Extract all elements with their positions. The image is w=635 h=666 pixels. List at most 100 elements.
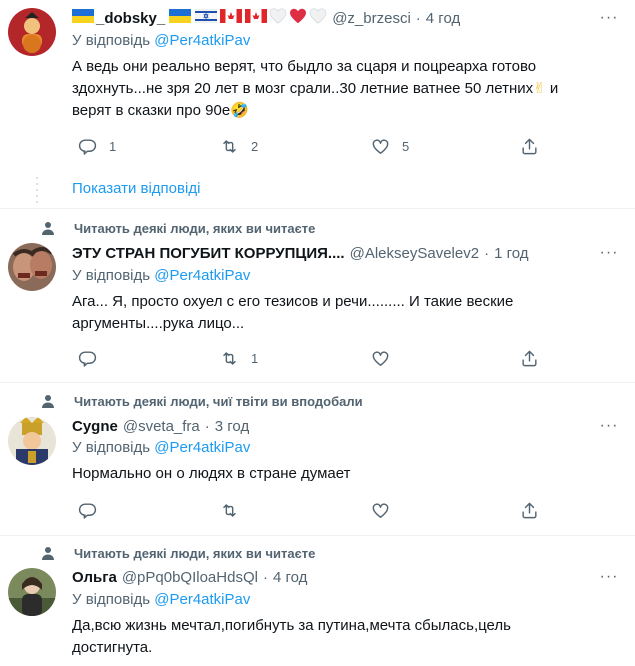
like-button[interactable] xyxy=(371,348,402,368)
tweet-text-segment: верят в сказки про 90е xyxy=(72,102,231,119)
reply-to-label: У відповідь xyxy=(72,267,151,284)
timestamp[interactable]: 4 год xyxy=(426,10,460,27)
like-button[interactable] xyxy=(371,500,402,520)
reply-button[interactable] xyxy=(78,348,109,368)
ukraine-flag-icon xyxy=(72,9,94,27)
person-icon xyxy=(42,395,54,408)
social-context: Читають деякі люди, чиї твіти ви вподоба… xyxy=(40,392,363,410)
social-context-text: Читають деякі люди, чиї твіти ви вподоба… xyxy=(74,393,363,409)
tweet-header: _dobsky_ @z_brzesci · 4 год xyxy=(72,8,460,28)
tweet-3[interactable]: Читають деякі люди, чиї твіти ви вподоба… xyxy=(0,383,635,533)
share-button[interactable] xyxy=(520,136,539,156)
display-name[interactable]: Cygne xyxy=(72,418,118,435)
white-heart-icon xyxy=(269,8,287,28)
reply-to-label: У відповідь xyxy=(72,32,151,49)
retweet-button[interactable] xyxy=(220,500,251,520)
avatar[interactable] xyxy=(8,243,56,291)
reply-to-mention[interactable]: @Per4atkiPav xyxy=(154,32,250,49)
like-button[interactable]: 5 xyxy=(371,136,409,156)
separator-dot: · xyxy=(415,9,421,27)
person-icon xyxy=(42,222,54,235)
display-name[interactable]: Ольга xyxy=(72,569,117,586)
share-icon xyxy=(522,138,537,154)
social-context: Читають деякі люди, яких ви читаєте xyxy=(40,544,315,562)
more-icon[interactable]: ··· xyxy=(599,243,619,263)
tweet-text-line: здохнуть...не зря 20 лет в мозг срали..3… xyxy=(72,78,620,100)
more-icon[interactable]: ··· xyxy=(599,567,619,587)
tweet-4[interactable]: Читають деякі люди, яких ви читаєте Ольг… xyxy=(0,536,635,666)
canada-flag-icon xyxy=(245,9,268,27)
retweet-count: 2 xyxy=(251,138,259,154)
social-context: Читають деякі люди, яких ви читаєте xyxy=(40,219,315,237)
tweet-text-line: Да,всю жизнь мечтал,погибнуть за путина,… xyxy=(72,617,511,634)
reply-to-label: У відповідь xyxy=(72,439,151,456)
like-icon xyxy=(372,502,389,518)
share-button[interactable] xyxy=(520,348,539,368)
timestamp[interactable]: 4 год xyxy=(273,569,307,586)
social-context-text: Читають деякі люди, яких ви читаєте xyxy=(74,220,316,236)
tweet-text-line: Ага... Я, просто охуел с его тезисов и р… xyxy=(72,293,514,310)
share-icon xyxy=(522,502,537,518)
display-name[interactable]: ЭТУ СТРАН ПОГУБИТ КОРРУПЦИЯ.... xyxy=(72,245,345,262)
separator-dot: · xyxy=(484,244,490,262)
reply-icon xyxy=(78,502,97,519)
avatar[interactable] xyxy=(8,568,56,616)
tweet-text: Нормально он о людях в стране думает xyxy=(72,463,620,485)
tweet-text-line: аргументы....рука лицо... xyxy=(72,315,245,332)
tweet-text: Да,всю жизнь мечтал,погибнуть за путина,… xyxy=(72,615,620,659)
reply-button[interactable] xyxy=(78,500,109,520)
tweet-2[interactable]: Читають деякі люди, яких ви читаєте ЭТУ … xyxy=(0,209,635,381)
reply-to-mention[interactable]: @Per4atkiPav xyxy=(154,439,250,456)
retweet-button[interactable]: 2 xyxy=(220,136,258,156)
like-count: 5 xyxy=(402,138,410,154)
reply-to-line: У відповідь @Per4atkiPav xyxy=(72,591,250,608)
tweet-text: А ведь они реально верят, что быдло за с… xyxy=(72,56,620,122)
like-icon xyxy=(372,350,389,366)
reply-to-label: У відповідь xyxy=(72,591,151,608)
tweet-1[interactable]: _dobsky_ @z_brzesci · 4 год ··· У відпов… xyxy=(0,0,635,172)
tweet-actions: 1 2 5 xyxy=(72,136,552,156)
reply-to-mention[interactable]: @Per4atkiPav xyxy=(154,267,250,284)
israel-flag-icon xyxy=(194,8,218,27)
retweet-icon xyxy=(223,351,236,365)
reply-to-line: У відповідь @Per4atkiPav xyxy=(72,439,250,456)
tweet-header: Ольга @pPq0bQIloaHdsQl · 4 год xyxy=(72,567,307,587)
handle[interactable]: @pPq0bQIloaHdsQl xyxy=(122,569,258,586)
reply-to-line: У відповідь @Per4atkiPav xyxy=(72,32,250,49)
rofl-emoji: 🤣 xyxy=(230,102,249,119)
handle[interactable]: @z_brzesci xyxy=(332,10,411,27)
retweet-icon xyxy=(223,139,236,153)
tweet-header: ЭТУ СТРАН ПОГУБИТ КОРРУПЦИЯ.... @Aleksey… xyxy=(72,243,528,263)
reply-count: 1 xyxy=(109,138,117,154)
tweet-text-line: А ведь они реально верят, что быдло за с… xyxy=(72,58,537,75)
more-icon[interactable]: ··· xyxy=(599,416,619,436)
separator-dot: · xyxy=(262,568,268,586)
red-heart-icon xyxy=(289,8,307,28)
reply-icon xyxy=(78,350,97,367)
handle[interactable]: @sveta_fra xyxy=(123,418,200,435)
tweet-header: Cygne @sveta_fra · 3 год xyxy=(72,416,249,436)
reply-button[interactable]: 1 xyxy=(78,136,116,156)
reply-to-mention[interactable]: @Per4atkiPav xyxy=(154,591,250,608)
display-name[interactable]: _dobsky_ xyxy=(96,10,165,27)
tweet-actions: 1 xyxy=(72,348,552,368)
share-icon xyxy=(522,350,537,366)
tweet-actions xyxy=(72,500,552,520)
tweet-text-line: Нормально он о людях в стране думает xyxy=(72,465,351,482)
share-button[interactable] xyxy=(520,500,539,520)
separator-dot: · xyxy=(204,417,210,435)
timestamp[interactable]: 1 год xyxy=(494,245,528,262)
canada-flag-icon xyxy=(220,9,243,27)
tweet-text-line: достигнута. xyxy=(72,639,153,656)
reply-icon xyxy=(78,138,97,155)
thread-connector xyxy=(36,176,38,206)
avatar[interactable] xyxy=(8,417,56,465)
show-replies-link[interactable]: Показати відповіді xyxy=(72,180,200,197)
handle[interactable]: @AlekseySavelev2 xyxy=(350,245,479,262)
timestamp[interactable]: 3 год xyxy=(215,418,249,435)
tweet-text-segment: и xyxy=(545,80,559,97)
retweet-button[interactable]: 1 xyxy=(220,348,258,368)
avatar[interactable] xyxy=(8,8,56,56)
ukraine-flag-icon xyxy=(169,9,192,27)
more-icon[interactable]: ··· xyxy=(599,8,619,28)
